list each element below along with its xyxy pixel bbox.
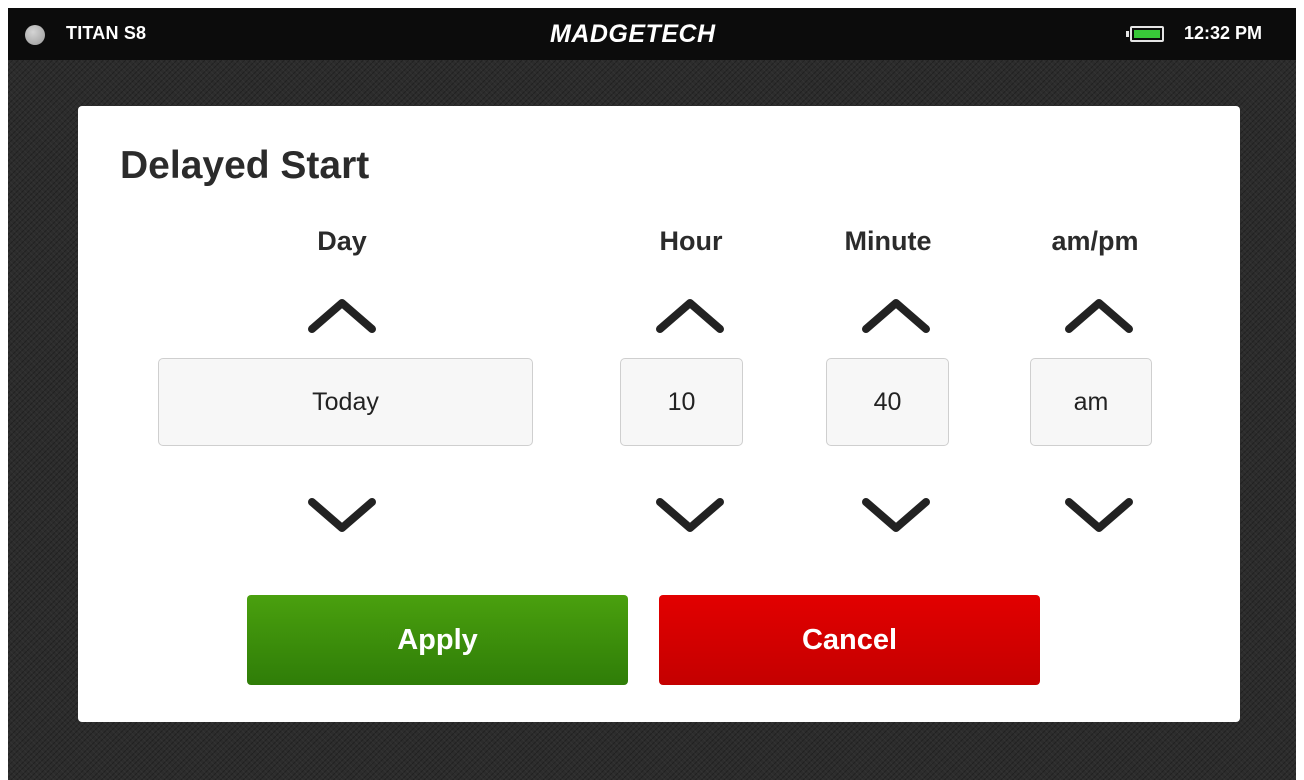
device-screen: TITAN S8 MADGETECH 12:32 PM Delayed Star… [8, 8, 1296, 780]
delayed-start-dialog: Delayed Start Day Today Hour 10 Minute 4… [78, 106, 1240, 722]
battery-icon [1126, 26, 1164, 42]
hour-value: 10 [620, 358, 743, 446]
chevron-up-icon [656, 299, 724, 333]
device-name: TITAN S8 [66, 23, 147, 43]
day-up-button[interactable] [303, 293, 381, 339]
battery-level-fill [1134, 30, 1160, 38]
column-label-ampm: am/pm [1051, 226, 1139, 256]
status-indicator-icon [25, 25, 45, 45]
hour-down-button[interactable] [651, 492, 729, 538]
chevron-down-icon [656, 498, 724, 532]
ampm-value: am [1030, 358, 1152, 446]
day-down-button[interactable] [303, 492, 381, 538]
dialog-title: Delayed Start [120, 144, 370, 187]
apply-button[interactable]: Apply [247, 595, 628, 685]
clock: 12:32 PM [1184, 23, 1263, 43]
ampm-up-button[interactable] [1060, 293, 1138, 339]
status-bar: TITAN S8 MADGETECH 12:32 PM [8, 8, 1296, 60]
column-label-hour: Hour [659, 226, 723, 256]
minute-down-button[interactable] [857, 492, 935, 538]
column-label-minute: Minute [844, 226, 932, 256]
chevron-up-icon [862, 299, 930, 333]
brand-logo: MADGETECH [550, 20, 716, 48]
minute-value: 40 [826, 358, 949, 446]
chevron-down-icon [862, 498, 930, 532]
chevron-up-icon [1065, 299, 1133, 333]
minute-up-button[interactable] [857, 293, 935, 339]
chevron-down-icon [1065, 498, 1133, 532]
chevron-up-icon [308, 299, 376, 333]
cancel-button[interactable]: Cancel [659, 595, 1040, 685]
ampm-down-button[interactable] [1060, 492, 1138, 538]
chevron-down-icon [308, 498, 376, 532]
column-label-day: Day [317, 226, 367, 256]
day-value: Today [158, 358, 533, 446]
hour-up-button[interactable] [651, 293, 729, 339]
